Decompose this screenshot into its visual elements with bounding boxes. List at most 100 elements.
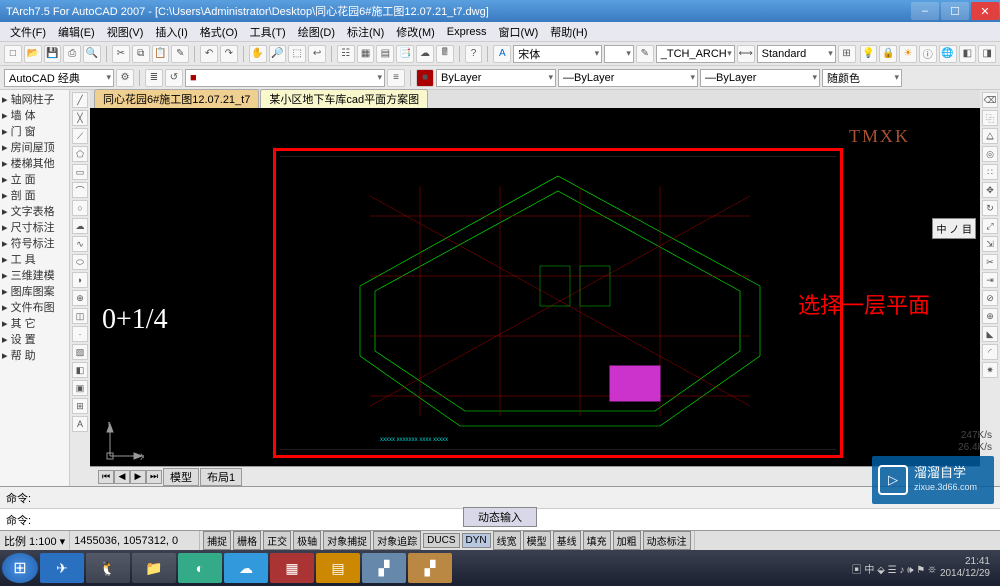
- task-app3[interactable]: ◐: [178, 553, 222, 583]
- toggle-bold[interactable]: 加粗: [613, 531, 641, 550]
- annotative-icon[interactable]: ✎: [636, 45, 654, 63]
- misc2-icon[interactable]: ◨: [978, 45, 996, 63]
- toggle-otrack[interactable]: 对象追踪: [373, 531, 421, 550]
- clock[interactable]: 21:41 2014/12/29: [940, 556, 990, 580]
- trim-icon[interactable]: ✂: [982, 254, 998, 270]
- bulb-icon[interactable]: 💡: [860, 45, 878, 63]
- menu-dim[interactable]: 标注(N): [341, 24, 390, 40]
- task-explorer[interactable]: 📁: [132, 553, 176, 583]
- lock-icon[interactable]: 🔒: [879, 45, 897, 63]
- preview-icon[interactable]: 🔍: [83, 45, 101, 63]
- toggle-ducs[interactable]: DUCS: [423, 533, 459, 548]
- dimstyle-combo[interactable]: Standard: [757, 45, 836, 63]
- scale-icon[interactable]: ⤢: [982, 218, 998, 234]
- undo-icon[interactable]: ↶: [200, 45, 218, 63]
- matchprop-icon[interactable]: ✎: [171, 45, 189, 63]
- sun-icon[interactable]: ☀: [899, 45, 917, 63]
- view-fusion[interactable]: 中 ノ 目: [932, 218, 976, 239]
- ellipsearc-icon[interactable]: ◗: [72, 272, 88, 288]
- zoomwin-icon[interactable]: ⬚: [288, 45, 306, 63]
- task-app8[interactable]: ▞: [408, 553, 452, 583]
- tree-item[interactable]: ▸ 尺寸标注: [2, 220, 67, 236]
- toggle-grid[interactable]: 栅格: [233, 531, 261, 550]
- tab-layout1[interactable]: 布局1: [200, 468, 242, 486]
- tree-item[interactable]: ▸ 文字表格: [2, 204, 67, 220]
- menu-window[interactable]: 窗口(W): [493, 24, 545, 40]
- pline-icon[interactable]: ⟋: [72, 128, 88, 144]
- info-icon[interactable]: ⓘ: [919, 45, 937, 63]
- cut-icon[interactable]: ✂: [112, 45, 130, 63]
- tab-drawing-1[interactable]: 同心花园6#施工图12.07.21_t7: [94, 89, 259, 108]
- cmd-input[interactable]: 命令: 动态输入: [0, 508, 1000, 530]
- menu-format[interactable]: 格式(O): [194, 24, 244, 40]
- properties-icon[interactable]: ☷: [337, 45, 355, 63]
- tray-icons[interactable]: ▣ 中 ⬙ ☰ ♪ 🕪 ⚑ ⛯: [852, 561, 936, 576]
- tree-item[interactable]: ▸ 三维建模: [2, 268, 67, 284]
- open-icon[interactable]: 📂: [24, 45, 42, 63]
- task-tarch[interactable]: ▞: [362, 553, 406, 583]
- drawing-canvas[interactable]: TMXK 0+1/4: [90, 108, 980, 466]
- menu-view[interactable]: 视图(V): [101, 24, 150, 40]
- misc1-icon[interactable]: ◧: [959, 45, 977, 63]
- print-icon[interactable]: ⎙: [63, 45, 81, 63]
- color-combo[interactable]: ByLayer: [436, 69, 556, 87]
- help-icon[interactable]: ?: [465, 45, 483, 63]
- fillet-icon[interactable]: ◜: [982, 344, 998, 360]
- linetype-combo[interactable]: — ByLayer: [558, 69, 698, 87]
- layerprev-icon[interactable]: ↺: [165, 69, 183, 87]
- paste-icon[interactable]: 📋: [152, 45, 170, 63]
- gradient-icon[interactable]: ◧: [72, 362, 88, 378]
- menu-tools[interactable]: 工具(T): [244, 24, 292, 40]
- point-icon[interactable]: ·: [72, 326, 88, 342]
- line-icon[interactable]: ╱: [72, 92, 88, 108]
- new-icon[interactable]: □: [4, 45, 22, 63]
- workspace-combo[interactable]: AutoCAD 经典: [4, 69, 114, 87]
- toolpalette-icon[interactable]: ▤: [376, 45, 394, 63]
- copy-icon[interactable]: ⧉: [132, 45, 150, 63]
- tab-nav-first[interactable]: ⏮: [98, 470, 114, 484]
- maximize-button[interactable]: ☐: [941, 2, 969, 20]
- toggle-lwt[interactable]: 线宽: [493, 531, 521, 550]
- close-button[interactable]: ✕: [971, 2, 999, 20]
- array-icon[interactable]: ∷: [982, 164, 998, 180]
- tab-model[interactable]: 模型: [163, 468, 199, 486]
- extend-icon[interactable]: ⇥: [982, 272, 998, 288]
- zoomprev-icon[interactable]: ↩: [308, 45, 326, 63]
- tree-item[interactable]: ▸ 工 具: [2, 252, 67, 268]
- start-button[interactable]: ⊞: [2, 553, 38, 583]
- redo-icon[interactable]: ↷: [220, 45, 238, 63]
- globe-icon[interactable]: 🌐: [939, 45, 957, 63]
- block-icon[interactable]: ◫: [72, 308, 88, 324]
- explode-icon[interactable]: ✷: [982, 362, 998, 378]
- system-tray[interactable]: ▣ 中 ⬙ ☰ ♪ 🕪 ⚑ ⛯ 21:41 2014/12/29: [852, 556, 998, 580]
- lineweight-combo[interactable]: — ByLayer: [700, 69, 820, 87]
- pan-icon[interactable]: ✋: [249, 45, 267, 63]
- circle-icon[interactable]: ○: [72, 200, 88, 216]
- task-qq[interactable]: 🐧: [86, 553, 130, 583]
- fontsize-combo[interactable]: [604, 45, 634, 63]
- tree-item[interactable]: ▸ 图库图案: [2, 284, 67, 300]
- menu-insert[interactable]: 插入(I): [149, 24, 193, 40]
- stretch-icon[interactable]: ⇲: [982, 236, 998, 252]
- sheetset-icon[interactable]: 📑: [396, 45, 414, 63]
- textstyle-icon[interactable]: A: [493, 45, 511, 63]
- tree-item[interactable]: ▸ 门 窗: [2, 124, 67, 140]
- tab-nav-prev[interactable]: ◀: [114, 470, 130, 484]
- region-icon[interactable]: ▣: [72, 380, 88, 396]
- layer-combo[interactable]: ■: [185, 69, 385, 87]
- tree-item[interactable]: ▸ 其 它: [2, 316, 67, 332]
- insert-icon[interactable]: ⊕: [72, 290, 88, 306]
- textstyle-combo[interactable]: _TCH_ARCH: [656, 45, 735, 63]
- arc-icon[interactable]: ⌒: [72, 182, 88, 198]
- spline-icon[interactable]: ∿: [72, 236, 88, 252]
- layertools-icon[interactable]: ≡: [387, 69, 405, 87]
- tree-item[interactable]: ▸ 文件布图: [2, 300, 67, 316]
- tab-drawing-2[interactable]: 某小区地下车库cad平面方案图: [260, 89, 428, 108]
- toggle-fill[interactable]: 填充: [583, 531, 611, 550]
- layer-icon[interactable]: ≣: [145, 69, 163, 87]
- erase-icon[interactable]: ⌫: [982, 92, 998, 108]
- join-icon[interactable]: ⊕: [982, 308, 998, 324]
- tree-item[interactable]: ▸ 楼梯其他: [2, 156, 67, 172]
- tree-item[interactable]: ▸ 帮 助: [2, 348, 67, 364]
- minimize-button[interactable]: –: [911, 2, 939, 20]
